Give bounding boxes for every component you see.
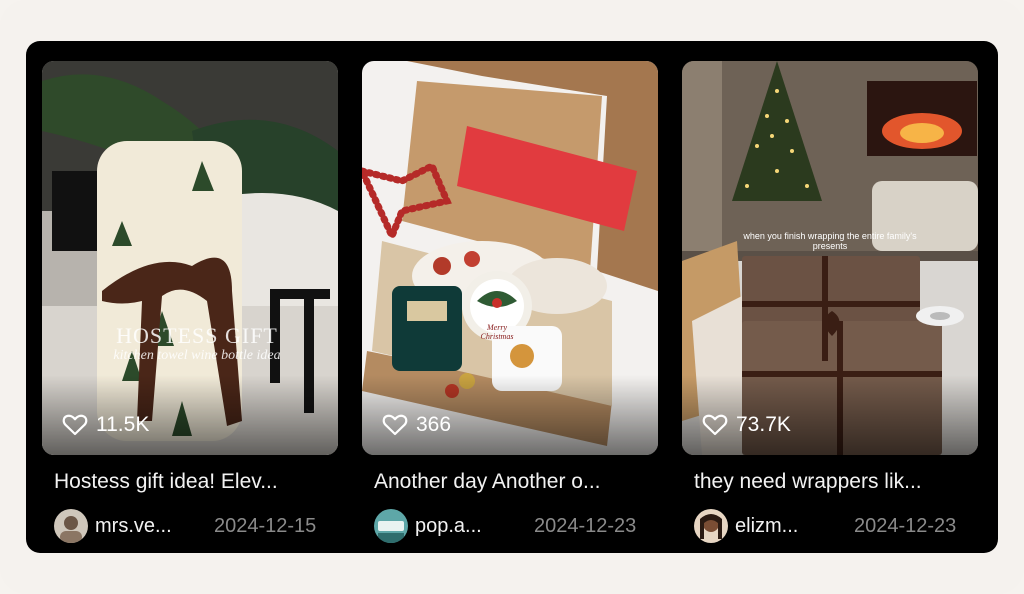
like-count-value: 73.7K [736,413,791,436]
post-date: 2024-12-23 [854,514,957,537]
video-meta: elizm... 2024-12-23 [682,508,978,544]
video-meta: pop.a... 2024-12-23 [362,508,658,544]
heart-outline-icon [62,414,88,436]
mug-text: Merry Christmas [480,323,514,341]
heart-outline-icon [702,414,728,436]
overlay-title: HOSTESS GIFT [116,323,278,348]
video-grid: HOSTESS GIFT kitchen towel wine bottle i… [26,41,998,553]
video-card[interactable]: Merry Christmas 366 Another day Another … [362,61,658,544]
overlay-subtitle: kitchen towel wine bottle idea [113,348,281,363]
video-title[interactable]: they need wrappers lik... [682,470,978,494]
video-caption-line: presents [812,241,848,251]
video-title[interactable]: Another day Another o... [362,470,658,494]
avatar[interactable] [694,509,728,543]
video-title[interactable]: Hostess gift idea! Elev... [42,470,338,494]
post-date: 2024-12-23 [534,514,637,537]
avatar[interactable] [374,509,408,543]
like-count: 11.5K [62,413,149,437]
page-frame: HOSTESS GIFT kitchen towel wine bottle i… [0,0,1024,594]
video-thumbnail[interactable]: HOSTESS GIFT kitchen towel wine bottle i… [42,61,338,455]
heart-outline-icon [382,414,408,436]
video-meta: mrs.ve... 2024-12-15 [42,508,338,544]
like-count: 73.7K [702,413,791,437]
author-name[interactable]: elizm... [735,515,839,538]
like-count: 366 [382,413,451,437]
video-thumbnail[interactable]: when you finish wrapping the entire fami… [682,61,978,455]
video-card[interactable]: when you finish wrapping the entire fami… [682,61,978,544]
like-count-value: 11.5K [96,413,150,436]
video-card[interactable]: HOSTESS GIFT kitchen towel wine bottle i… [42,61,338,544]
avatar[interactable] [54,509,88,543]
post-date: 2024-12-15 [214,514,317,537]
like-count-value: 366 [416,413,452,436]
video-caption-line: when you finish wrapping the entire fami… [743,231,917,241]
author-name[interactable]: pop.a... [415,515,519,538]
video-thumbnail[interactable]: Merry Christmas 366 [362,61,658,455]
author-name[interactable]: mrs.ve... [95,515,199,538]
